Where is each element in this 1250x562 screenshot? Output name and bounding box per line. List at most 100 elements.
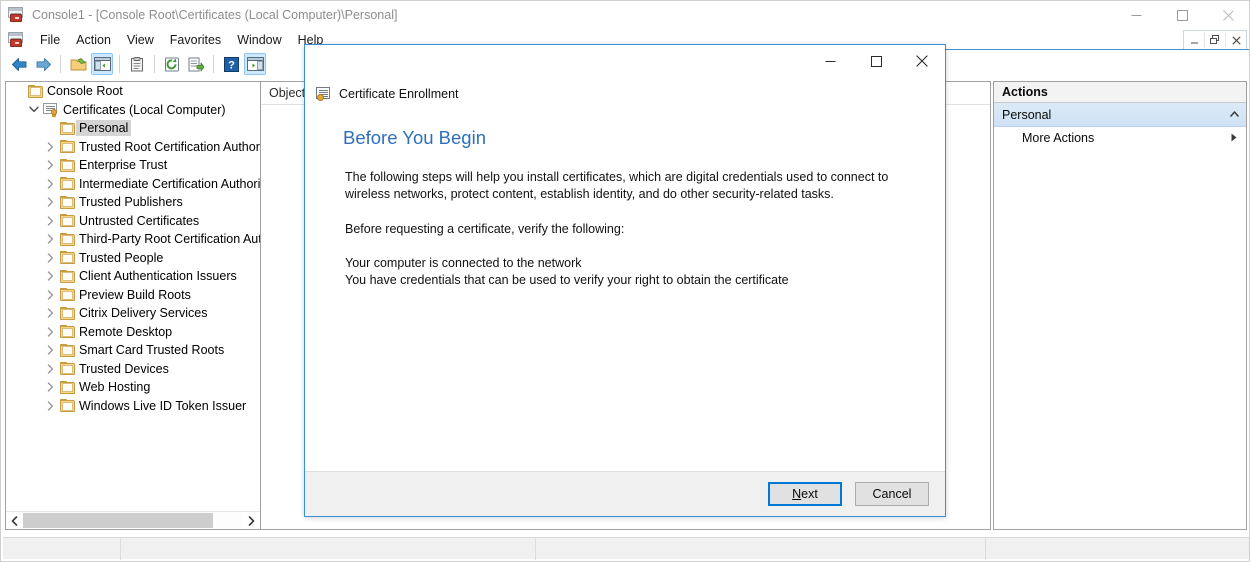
properties-button[interactable] [126, 53, 148, 75]
chevron-right-icon[interactable] [42, 304, 58, 322]
tree-node[interactable]: Windows Live ID Token Issuer [6, 397, 260, 416]
tree-node[interactable]: Web Hosting [6, 378, 260, 397]
scrollbar-track[interactable] [23, 512, 243, 529]
chevron-right-icon[interactable] [42, 360, 58, 378]
tree-node[interactable]: Intermediate Certification Authorities [6, 175, 260, 194]
chevron-right-icon[interactable] [42, 230, 58, 248]
tree-node-label: Windows Live ID Token Issuer [79, 398, 247, 413]
chevron-right-icon[interactable] [42, 212, 58, 230]
chevron-right-icon[interactable] [243, 512, 260, 529]
divider [119, 55, 120, 73]
tree-node[interactable]: Third-Party Root Certification Authoriti… [6, 230, 260, 249]
mdi-restore-icon[interactable] [1205, 31, 1225, 49]
export-list-button[interactable] [185, 53, 207, 75]
tree-node-label: Smart Card Trusted Roots [79, 343, 225, 358]
tree-node[interactable]: Console Root [6, 82, 260, 101]
dialog-title-row: Certificate Enrollment [305, 79, 945, 109]
minimize-icon[interactable] [807, 45, 853, 77]
chevron-right-icon[interactable] [42, 138, 58, 156]
tree-node[interactable]: Enterprise Trust [6, 156, 260, 175]
show-hide-action-pane-button[interactable] [244, 53, 266, 75]
actions-item-more-actions[interactable]: More Actions [994, 127, 1246, 149]
folder-icon [58, 324, 76, 340]
close-icon[interactable] [899, 45, 945, 77]
chevron-right-icon[interactable] [42, 156, 58, 174]
refresh-button[interactable] [161, 53, 183, 75]
folder-icon [58, 231, 76, 247]
chevron-right-icon[interactable] [42, 193, 58, 211]
tree-node-label: Citrix Delivery Services [79, 306, 208, 321]
tree-node[interactable]: Certificates (Local Computer) [6, 101, 260, 120]
close-icon[interactable] [1205, 1, 1249, 29]
chevron-right-icon[interactable] [42, 175, 58, 193]
scrollbar-thumb[interactable] [23, 513, 213, 528]
menu-window[interactable]: Window [229, 31, 289, 49]
statusbar-cell [121, 537, 536, 560]
folder-icon [58, 379, 76, 395]
tree-node-label: Personal [76, 120, 132, 137]
chevron-right-icon[interactable] [42, 341, 58, 359]
menu-file[interactable]: File [32, 31, 68, 49]
tree-node-label: Untrusted Certificates [79, 213, 200, 228]
menu-favorites[interactable]: Favorites [162, 31, 229, 49]
actions-group-personal[interactable]: Personal [994, 103, 1246, 127]
folder-icon [58, 398, 76, 414]
cancel-button[interactable]: Cancel [855, 482, 929, 506]
chevron-right-icon[interactable] [42, 378, 58, 396]
minimize-icon[interactable] [1113, 1, 1159, 29]
folder-icon [58, 176, 76, 192]
tree-node-label: Web Hosting [79, 380, 151, 395]
forward-button[interactable] [32, 53, 54, 75]
chevron-right-icon[interactable] [42, 267, 58, 285]
menu-action[interactable]: Action [68, 31, 119, 49]
svg-text:?: ? [228, 59, 235, 71]
tree-node[interactable]: Citrix Delivery Services [6, 304, 260, 323]
chevron-right-icon[interactable] [42, 249, 58, 267]
tree-node[interactable]: Client Authentication Issuers [6, 267, 260, 286]
mmc-console-icon [8, 32, 24, 48]
divider [213, 55, 214, 73]
tree-node[interactable]: Trusted Publishers [6, 193, 260, 212]
chevron-right-icon[interactable] [1231, 133, 1237, 144]
folder-icon [58, 194, 76, 210]
tree-node[interactable]: Personal [6, 119, 260, 138]
tree-node-label: Trusted People [79, 250, 164, 265]
chevron-up-icon[interactable] [1230, 110, 1239, 119]
tree-node[interactable]: Trusted People [6, 249, 260, 268]
chevron-right-icon[interactable] [42, 323, 58, 341]
mdi-minimize-icon[interactable] [1184, 31, 1204, 49]
tree-node[interactable]: Remote Desktop [6, 323, 260, 342]
tree-node-label: Trusted Devices [79, 361, 169, 376]
folder-icon [58, 305, 76, 321]
mdi-close-icon[interactable] [1226, 31, 1246, 49]
tree-node-label: Certificates (Local Computer) [63, 102, 226, 117]
tree-node[interactable]: Trusted Root Certification Authorities [6, 138, 260, 157]
next-button[interactable]: Next [768, 482, 842, 506]
console-tree[interactable]: Console Root Certificates (Local Computer… [6, 82, 260, 512]
tree-node[interactable]: Untrusted Certificates [6, 212, 260, 231]
maximize-icon[interactable] [1159, 1, 1205, 29]
back-button[interactable] [8, 53, 30, 75]
chevron-right-icon[interactable] [42, 286, 58, 304]
up-one-level-button[interactable] [67, 53, 89, 75]
tree-horizontal-scrollbar[interactable] [6, 511, 260, 529]
checklist-item-network: Your computer is connected to the networ… [345, 255, 582, 270]
tree-node[interactable]: Smart Card Trusted Roots [6, 341, 260, 360]
chevron-right-icon[interactable] [42, 397, 58, 415]
show-hide-console-tree-button[interactable] [91, 53, 113, 75]
help-button[interactable]: ? [220, 53, 242, 75]
maximize-icon[interactable] [853, 45, 899, 77]
dialog-footer: Next Cancel [305, 471, 945, 516]
folder-icon [58, 342, 76, 358]
dialog-paragraph-intro: The following steps will help you instal… [345, 170, 889, 202]
chevron-down-icon[interactable] [26, 101, 42, 119]
chevron-left-icon[interactable] [6, 512, 23, 529]
window-title: Console1 - [Console Root\Certificates (L… [32, 8, 398, 22]
mdi-child-window-controls [1183, 30, 1247, 50]
folder-icon [58, 139, 76, 155]
tree-node[interactable]: Trusted Devices [6, 360, 260, 379]
tree-node[interactable]: Preview Build Roots [6, 286, 260, 305]
menu-view[interactable]: View [119, 31, 162, 49]
tree-node-label: Third-Party Root Certification Authoriti… [79, 232, 260, 247]
